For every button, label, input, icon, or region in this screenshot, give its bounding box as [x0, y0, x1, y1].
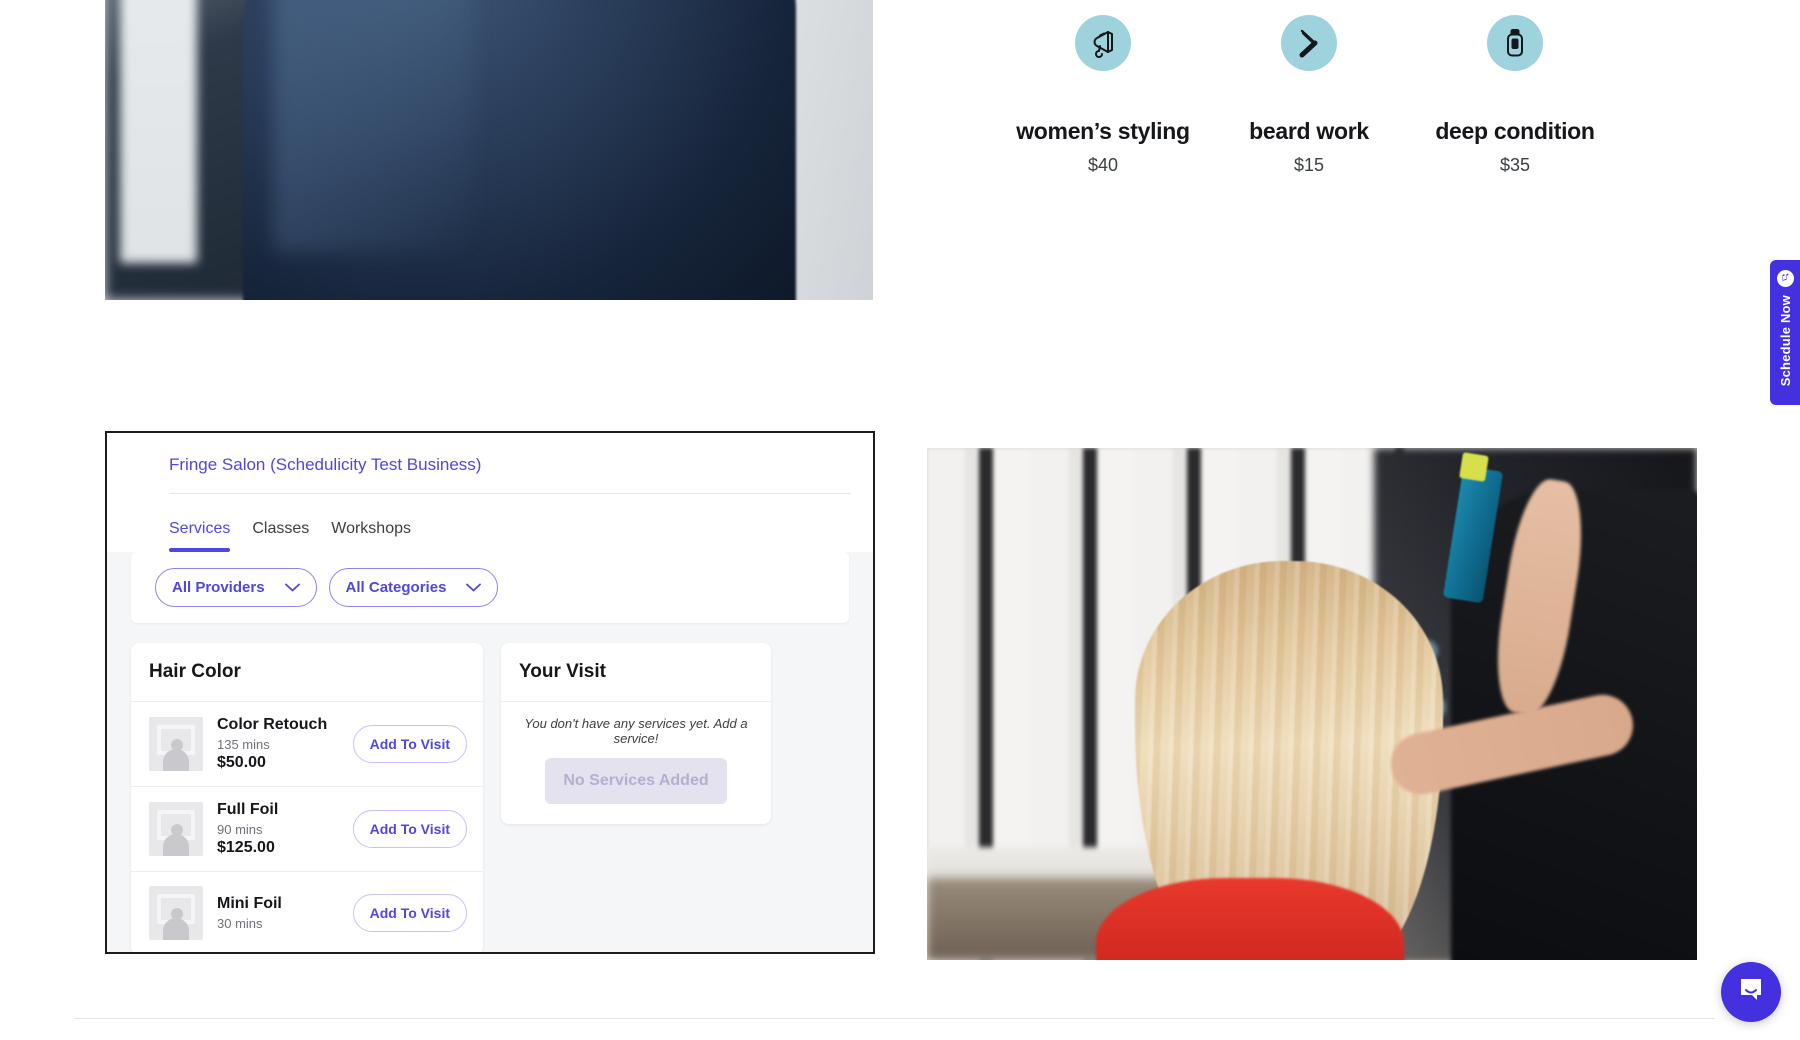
service-details: Mini Foil 30 mins: [217, 895, 339, 931]
conditioner-bottle-icon: [1487, 15, 1543, 71]
service-row[interactable]: Mini Foil 30 mins Add To Visit: [131, 872, 483, 952]
chat-bubble-icon: [1736, 975, 1766, 1010]
service-highlight-beard-work: beard work $15: [1206, 1, 1412, 176]
category-filter-dropdown[interactable]: All Categories: [328, 568, 499, 607]
your-visit-title: Your Visit: [501, 643, 771, 702]
service-row[interactable]: Full Foil 90 mins $125.00 Add To Visit: [131, 787, 483, 872]
service-thumbnail-placeholder-icon: [149, 717, 203, 771]
service-highlight-name: deep condition: [1435, 118, 1595, 144]
provider-filter-label: All Providers: [172, 579, 265, 596]
salon-photo-bottom-right: [927, 448, 1697, 960]
your-visit-card: Your Visit You don't have any services y…: [501, 643, 771, 824]
widget-tabs: Services Classes Workshops: [107, 494, 873, 552]
service-thumbnail-placeholder-icon: [149, 886, 203, 940]
service-highlight-price: $15: [1293, 155, 1325, 175]
service-highlights-grid: haircut $35 color starting at $55 blowou…: [1000, 0, 1620, 176]
tab-classes[interactable]: Classes: [252, 520, 309, 552]
chevron-down-icon: [466, 579, 482, 596]
footer-divider: [75, 1018, 1715, 1019]
service-highlight-deep-condition: deep condition $35: [1412, 1, 1618, 176]
category-filter-label: All Categories: [345, 579, 447, 596]
tab-services[interactable]: Services: [169, 520, 231, 552]
page-root: haircut $35 color starting at $55 blowou…: [0, 0, 1800, 1040]
service-name: Color Retouch: [217, 716, 328, 733]
booking-widget[interactable]: Fringe Salon (Schedulicity Test Business…: [105, 431, 875, 954]
hair-dryer-icon: [1075, 15, 1131, 71]
chevron-down-icon: [284, 579, 300, 596]
service-price: $125.00: [217, 839, 275, 856]
category-title: Hair Color: [131, 643, 483, 702]
intercom-launcher-button[interactable]: [1721, 962, 1781, 1022]
service-details: Full Foil 90 mins $125.00: [217, 801, 339, 857]
tab-workshops[interactable]: Workshops: [331, 520, 411, 552]
service-highlight-name: beard work: [1249, 118, 1369, 144]
your-visit-empty-message: You don't have any services yet. Add a s…: [524, 716, 748, 746]
business-name-link[interactable]: Fringe Salon (Schedulicity Test Business…: [107, 455, 873, 475]
schedulicity-logo-icon: ♫: [1776, 270, 1794, 287]
service-name: Full Foil: [217, 801, 279, 818]
schedule-now-tab[interactable]: ♫ Schedule Now: [1770, 260, 1800, 405]
service-highlight-price: $35: [1499, 155, 1531, 175]
service-highlights-row-2: women’s styling $40 beard work $15 deep …: [1000, 1, 1620, 176]
service-highlight-womens-styling: women’s styling $40: [1000, 1, 1206, 176]
service-price: $50.00: [217, 754, 266, 771]
widget-body: All Providers All Categories Hair Color: [107, 552, 873, 952]
service-row[interactable]: Color Retouch 135 mins $50.00 Add To Vis…: [131, 702, 483, 787]
service-name: Mini Foil: [217, 895, 282, 912]
service-duration: 90 mins: [217, 822, 263, 837]
provider-filter-dropdown[interactable]: All Providers: [155, 568, 317, 607]
add-to-visit-button[interactable]: Add To Visit: [352, 894, 467, 932]
service-category-card: Hair Color Color Retouch 135 mins $50.00…: [131, 643, 483, 952]
add-to-visit-button[interactable]: Add To Visit: [352, 810, 467, 848]
service-highlight-name: women’s styling: [1016, 118, 1190, 144]
service-duration: 135 mins: [217, 737, 270, 752]
add-to-visit-button[interactable]: Add To Visit: [352, 725, 467, 763]
salon-photo-top-left: [105, 0, 873, 300]
widget-header: Fringe Salon (Schedulicity Test Business…: [107, 433, 873, 552]
widget-filter-bar: All Providers All Categories: [131, 552, 849, 623]
no-services-added-button: No Services Added: [545, 758, 727, 804]
schedule-now-label: Schedule Now: [1777, 295, 1793, 387]
service-thumbnail-placeholder-icon: [149, 802, 203, 856]
service-details: Color Retouch 135 mins $50.00: [217, 716, 339, 772]
service-highlight-price: $40: [1087, 155, 1119, 175]
widget-columns: Hair Color Color Retouch 135 mins $50.00…: [107, 623, 873, 952]
straight-razor-icon: [1281, 15, 1337, 71]
service-duration: 30 mins: [217, 916, 263, 931]
